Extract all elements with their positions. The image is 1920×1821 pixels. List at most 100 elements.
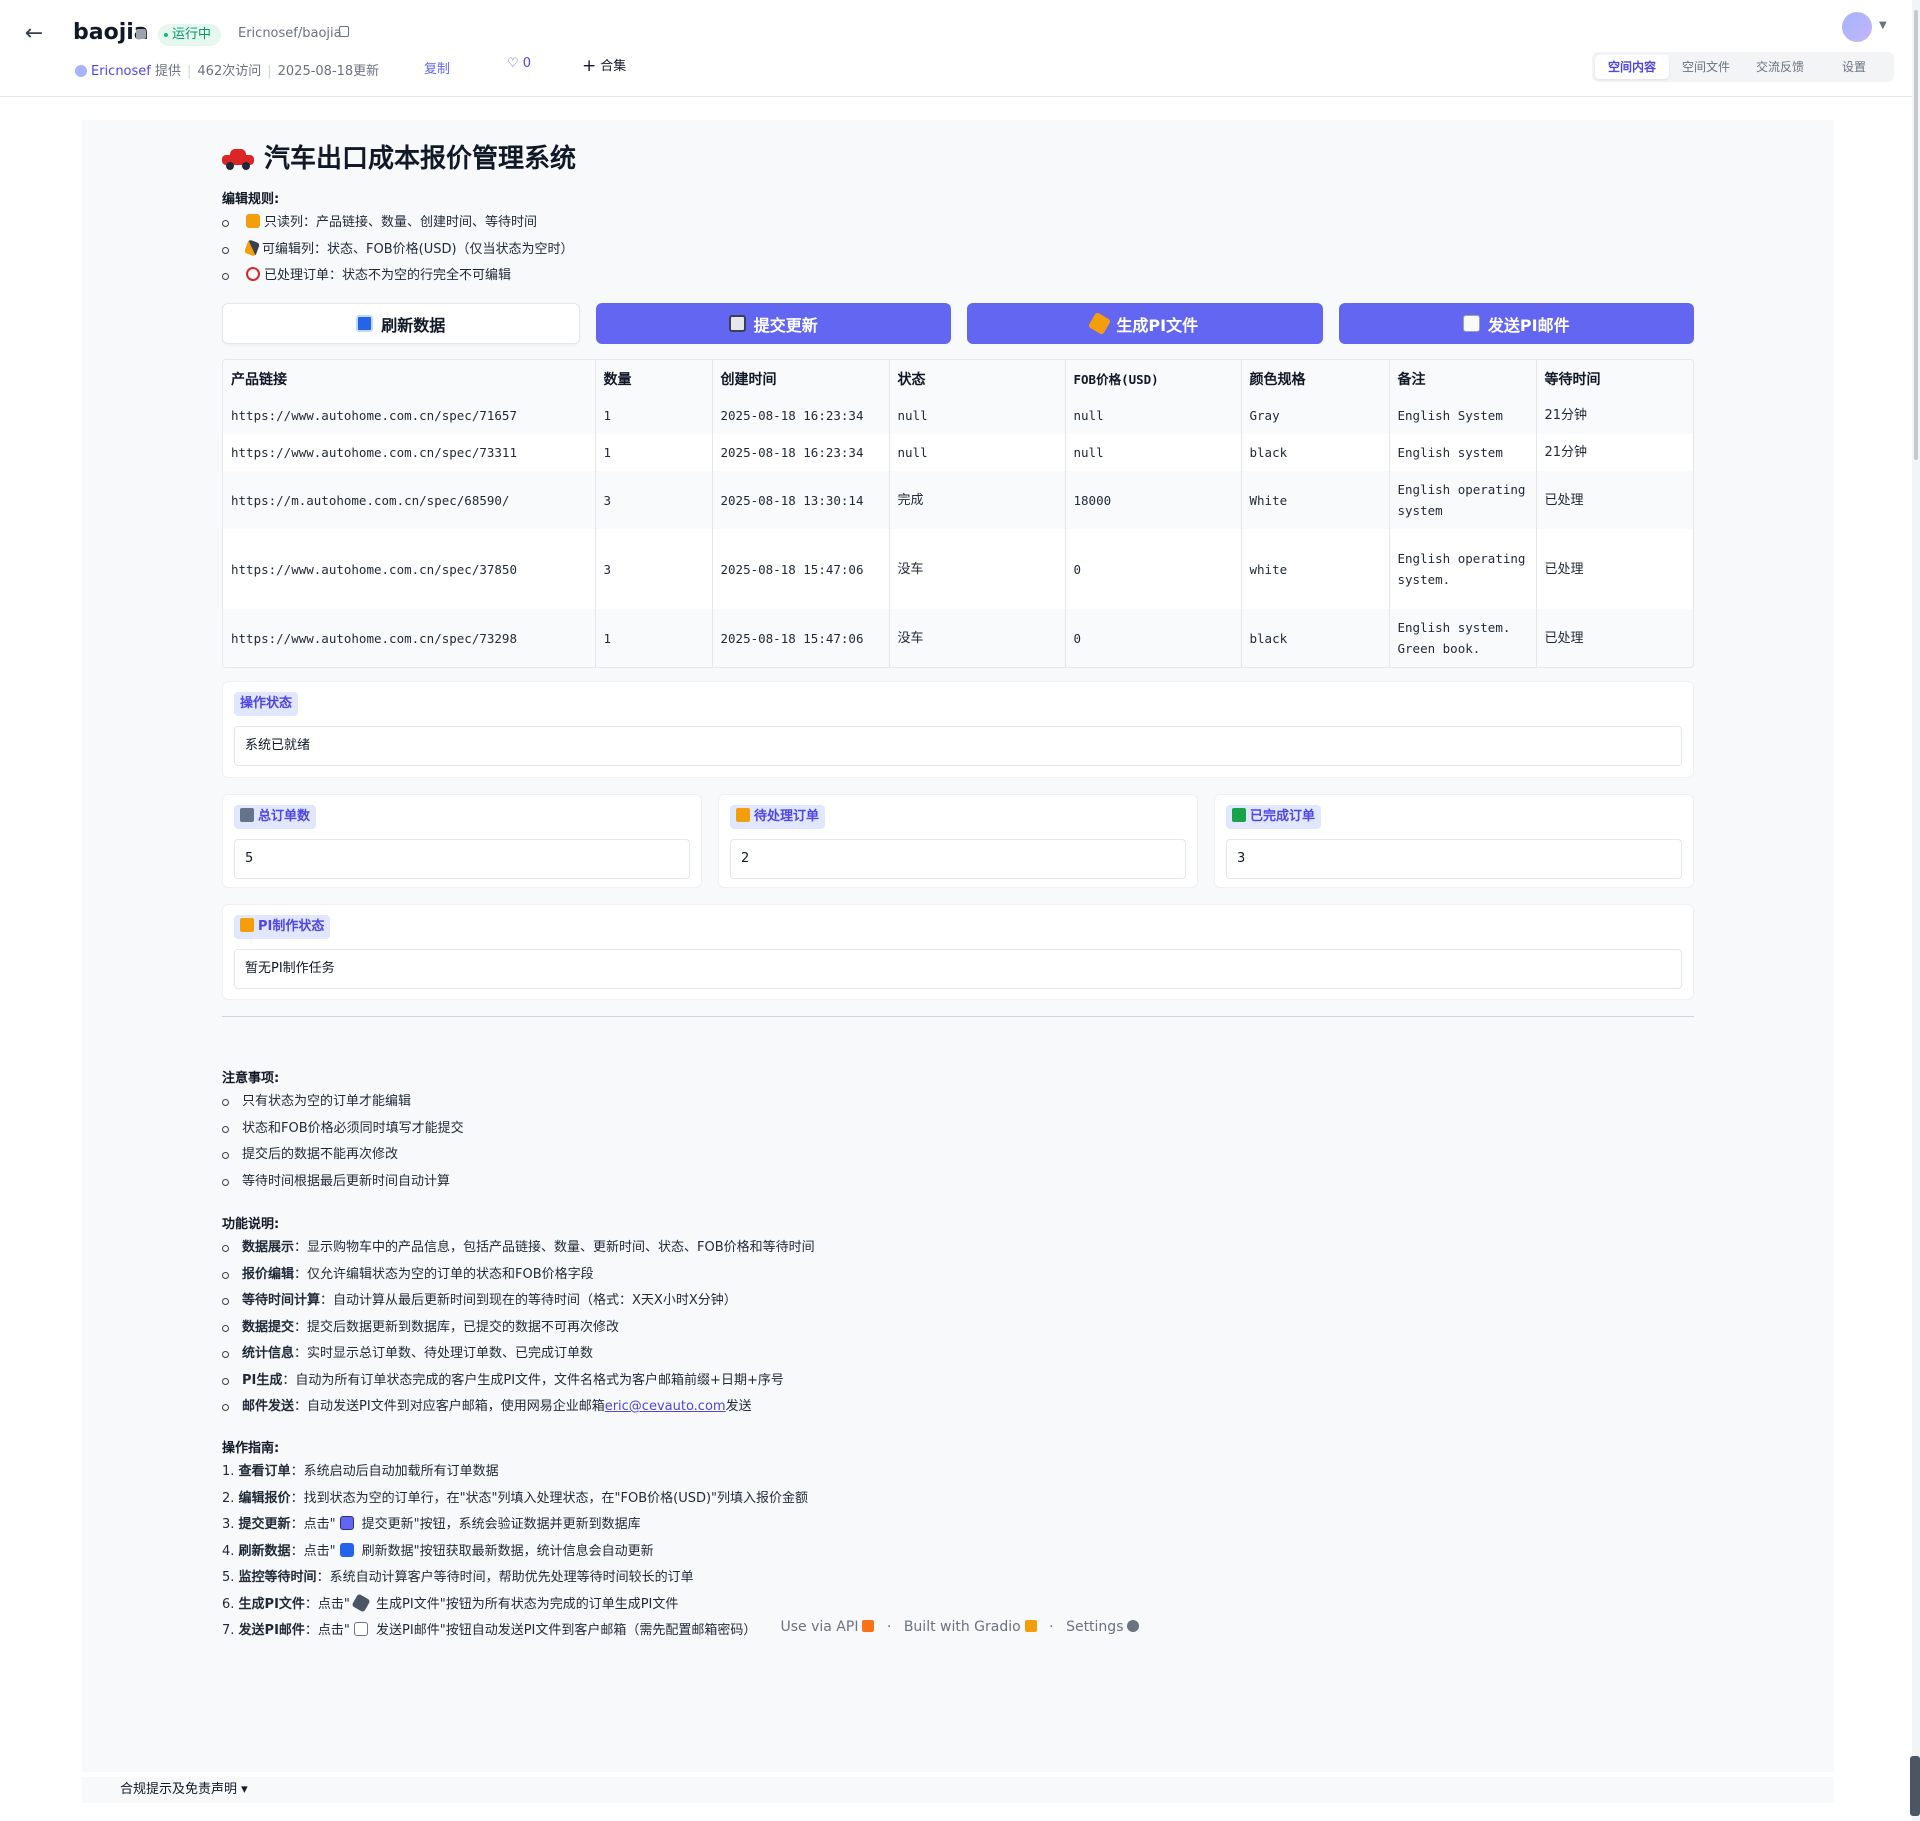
table-cell[interactable]: https://www.autohome.com.cn/spec/37850 (223, 529, 596, 609)
table-cell[interactable]: black (1241, 609, 1390, 667)
table-cell[interactable]: 0 (1065, 529, 1242, 609)
scrollbar-thumb[interactable] (1914, 10, 1918, 460)
refresh-button[interactable]: 刷新数据 (222, 303, 580, 344)
table-cell[interactable]: English System (1389, 397, 1537, 434)
column-header[interactable]: 产品链接 (223, 360, 596, 397)
table-cell[interactable]: 已处理 (1536, 471, 1693, 529)
column-header[interactable]: 等待时间 (1536, 360, 1693, 397)
column-header[interactable]: 颜色规格 (1241, 360, 1390, 397)
chevron-down-icon[interactable]: ▼ (1879, 20, 1887, 31)
table-cell[interactable]: 2025-08-18 13:30:14 (712, 471, 890, 529)
table-cell[interactable]: 2025-08-18 16:23:34 (712, 434, 890, 471)
generate-pi-button[interactable]: 生成PI文件 (967, 303, 1323, 344)
total-orders-panel: 总订单数 5 (222, 794, 702, 888)
tab-settings[interactable]: 设置 (1817, 55, 1891, 79)
top-bar: ← baojia 运行中 Ericnosef/baojia Ericnosef … (0, 0, 1920, 97)
table-cell[interactable]: 3 (595, 471, 713, 529)
list-item: 4. 刷新数据：点击" 刷新数据"按钮获取最新数据，统计信息会自动更新 (222, 1542, 654, 1559)
table-cell[interactable]: 18000 (1065, 471, 1242, 529)
copy-icon[interactable] (339, 26, 349, 37)
column-header[interactable]: 备注 (1389, 360, 1537, 397)
table-cell[interactable]: https://www.autohome.com.cn/spec/71657 (223, 397, 596, 434)
table-cell[interactable]: 1 (595, 397, 713, 434)
table-cell[interactable]: 没车 (889, 529, 1066, 609)
column-header[interactable]: 数量 (595, 360, 713, 397)
list-item: 5. 监控等待时间：系统自动计算客户等待时间，帮助优先处理等待时间较长的订单 (222, 1570, 694, 1585)
scroll-widget[interactable] (1910, 1756, 1920, 1816)
table-cell[interactable]: 没车 (889, 609, 1066, 667)
notes-list: 只有状态为空的订单才能编辑 状态和FOB价格必须同时填写才能提交 提交后的数据不… (222, 1089, 464, 1195)
table-cell[interactable]: 1 (595, 609, 713, 667)
table-cell[interactable]: null (889, 434, 1066, 471)
table-cell[interactable]: 完成 (889, 471, 1066, 529)
table-cell[interactable]: https://www.autohome.com.cn/spec/73311 (223, 434, 596, 471)
built-with-gradio-link[interactable]: Built with Gradio (904, 1619, 1037, 1635)
table-cell[interactable]: white (1241, 529, 1390, 609)
table-row: https://www.autohome.com.cn/spec/73298 1… (223, 609, 1693, 667)
list-item: 1. 查看订单：系统启动后自动加载所有订单数据 (222, 1464, 499, 1479)
table-cell[interactable]: White (1241, 471, 1390, 529)
settings-link[interactable]: Settings (1066, 1619, 1140, 1635)
table-cell[interactable]: English system. Green book. (1389, 609, 1537, 667)
table-cell[interactable]: https://www.autohome.com.cn/spec/73298 (223, 609, 596, 667)
like-button[interactable]: ♡ 0 (507, 56, 531, 71)
table-cell[interactable]: Gray (1241, 397, 1390, 434)
use-api-link[interactable]: Use via API (781, 1619, 875, 1635)
rule-text: 已处理订单：状态不为空的行完全不可编辑 (264, 268, 512, 283)
table-cell[interactable]: 2025-08-18 15:47:06 (712, 529, 890, 609)
table-cell[interactable]: null (889, 397, 1066, 434)
tab-space-files[interactable]: 空间文件 (1669, 55, 1743, 79)
table-cell[interactable]: 2025-08-18 16:23:34 (712, 397, 890, 434)
table-cell[interactable]: 21分钟 (1536, 434, 1693, 471)
table-cell[interactable]: 已处理 (1536, 609, 1693, 667)
refresh-button-label: 刷新数据 (381, 315, 446, 335)
completed-orders-label: 已完成订单 (1226, 805, 1322, 829)
space-meta: Ericnosef 提供 | 462次访问 | 2025-08-18更新 (75, 60, 379, 79)
rocket-icon (862, 1620, 875, 1632)
table-cell[interactable]: English operating system. (1389, 529, 1537, 609)
table-cell[interactable]: 0 (1065, 609, 1242, 667)
notes-title: 注意事项: (222, 1071, 280, 1086)
table-cell[interactable]: null (1065, 434, 1242, 471)
table-cell[interactable]: English system (1389, 434, 1537, 471)
list-item: 3. 提交更新：点击" 提交更新"按钮，系统会验证数据并更新到数据库 (222, 1516, 641, 1532)
table-cell[interactable]: English operating system (1389, 471, 1537, 529)
author-link[interactable]: Ericnosef (91, 64, 151, 79)
operation-status-field[interactable]: 系统已就绪 (234, 726, 1682, 766)
table-cell[interactable]: 21分钟 (1536, 397, 1693, 434)
table-cell[interactable]: https://m.autohome.com.cn/spec/68590/ (223, 471, 596, 529)
table-cell[interactable]: 已处理 (1536, 529, 1693, 609)
table-cell[interactable]: 1 (595, 434, 713, 471)
pi-status-field[interactable]: 暂无PI制作任务 (234, 949, 1682, 989)
email-link[interactable]: eric@cevauto.com (605, 1399, 726, 1414)
bar-chart-icon (240, 808, 254, 822)
add-collection-button[interactable]: + 合集 (582, 55, 626, 76)
table-cell[interactable]: 2025-08-18 15:47:06 (712, 609, 890, 667)
refresh-icon (356, 315, 374, 332)
table-cell[interactable]: black (1241, 434, 1390, 471)
column-header[interactable]: 状态 (889, 360, 1066, 397)
column-header[interactable]: 创建时间 (712, 360, 890, 397)
car-icon (222, 149, 254, 170)
submit-button-label: 提交更新 (753, 315, 818, 335)
table-cell[interactable]: null (1065, 397, 1242, 434)
space-type-icon (136, 29, 146, 39)
disclaimer-toggle[interactable]: 合规提示及免责声明 ▾ (82, 1777, 1834, 1803)
total-orders-field[interactable]: 5 (234, 839, 690, 879)
submit-button[interactable]: 提交更新 (595, 303, 951, 344)
send-pi-button[interactable]: 发送PI邮件 (1338, 303, 1694, 344)
back-arrow-icon[interactable]: ← (22, 22, 46, 46)
completed-orders-field[interactable]: 3 (1226, 839, 1682, 879)
table-cell[interactable]: 3 (595, 529, 713, 609)
gear-icon (1127, 1620, 1140, 1632)
user-avatar[interactable] (1842, 12, 1872, 42)
space-tabs: 空间内容 空间文件 交流反馈 设置 (1592, 52, 1894, 82)
tab-space-content[interactable]: 空间内容 (1595, 55, 1669, 79)
pending-orders-field[interactable]: 2 (730, 839, 1186, 879)
generate-pi-button-label: 生成PI文件 (1116, 315, 1199, 335)
completed-orders-panel: 已完成订单 3 (1214, 794, 1694, 888)
copy-button[interactable]: 复制 (424, 58, 450, 77)
column-header[interactable]: FOB价格(USD) (1065, 360, 1242, 397)
total-orders-label: 总订单数 (234, 805, 317, 829)
tab-feedback[interactable]: 交流反馈 (1743, 55, 1817, 79)
